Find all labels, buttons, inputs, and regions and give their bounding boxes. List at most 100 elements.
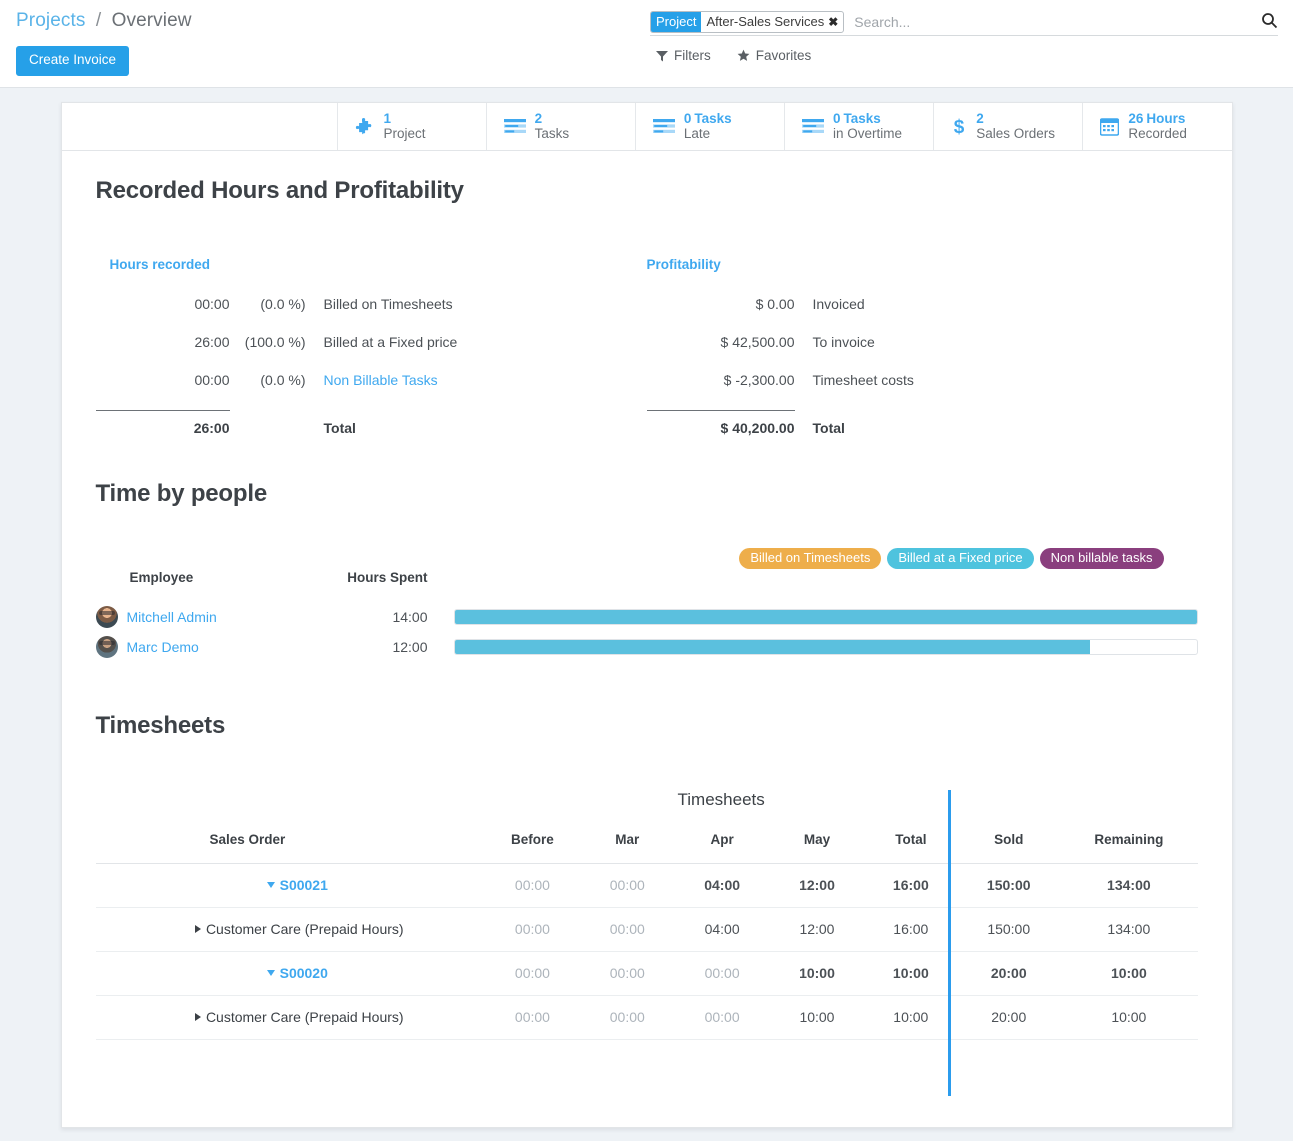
hours-percent: (100.0 %) [244, 334, 306, 350]
filters-dropdown[interactable]: Filters [656, 48, 711, 63]
profit-total-label: Total [812, 420, 845, 436]
column-header-apr[interactable]: Apr [674, 832, 770, 864]
column-header-mar[interactable]: Mar [579, 832, 675, 864]
stat-sublabel: Project [383, 125, 426, 141]
stat-button-tasks-overtime[interactable]: 0 Tasks in Overtime [785, 103, 935, 150]
legend-pill-non-billable[interactable]: Non billable tasks [1039, 548, 1164, 570]
profitability-heading[interactable]: Profitability [647, 257, 1198, 272]
hours-value: 00:00 [194, 372, 230, 388]
timesheets-table: Timesheets Sales Order Before Mar Apr Ma… [95, 790, 1198, 1040]
hours-recorded-table: 00:00 (0.0 %) Billed on Timesheets 26:00… [95, 296, 458, 436]
page-title-time-by-people: Time by people [95, 480, 268, 507]
hours-recorded-heading[interactable]: Hours recorded [96, 257, 647, 272]
hours-total-label: Total [323, 420, 356, 436]
legend-pill-fixed-price[interactable]: Billed at a Fixed price [887, 548, 1034, 570]
stat-sublabel: Late [683, 125, 711, 141]
stat-button-sales-orders[interactable]: $ 2 Sales Orders [934, 103, 1084, 150]
stat-button-tasks-late[interactable]: 0 Tasks Late [635, 103, 786, 150]
breadcrumb-projects-link[interactable]: Projects [16, 10, 85, 31]
table-header-row: Sales Order Before Mar Apr May Total Sol… [95, 832, 1198, 864]
table-row-total: $ 40,200.00 Total [646, 410, 914, 436]
caret-down-icon[interactable] [266, 882, 275, 888]
svg-text:$: $ [954, 117, 965, 137]
table-row[interactable]: Customer Care (Prepaid Hours) 00:00 00:0… [95, 907, 1198, 952]
breadcrumb: Projects / Overview [16, 10, 192, 32]
sales-order-link[interactable]: S00021 [280, 877, 328, 893]
column-header-sold[interactable]: Sold [957, 832, 1061, 864]
table-row: $ 42,500.00 To invoice [647, 334, 914, 372]
table-row: Marc Demo 12:00 [95, 632, 1198, 662]
cell-mar: 00:00 [579, 951, 675, 996]
search-facet-value: After-Sales Services [706, 13, 825, 29]
progress-fill [454, 610, 1197, 624]
stat-value: 2 [976, 111, 984, 127]
cell-sold: 150:00 [957, 907, 1061, 952]
close-icon[interactable]: ✖ [827, 12, 843, 32]
hours-label: Billed at a Fixed price [323, 334, 458, 350]
cell-before: 00:00 [485, 863, 580, 908]
favorites-dropdown[interactable]: Favorites [737, 48, 812, 63]
sales-order-link[interactable]: S00020 [280, 965, 328, 981]
caret-right-icon[interactable] [194, 1013, 201, 1021]
control-panel: Projects / Overview Create Invoice Proje… [0, 0, 1293, 88]
create-invoice-button[interactable]: Create Invoice [16, 46, 130, 76]
cell-apr: 04:00 [674, 907, 770, 952]
search-input[interactable] [852, 13, 1258, 30]
column-header-remaining[interactable]: Remaining [1060, 832, 1198, 864]
list-icon [802, 118, 825, 136]
profit-value: $ -2,300.00 [723, 372, 795, 388]
table-row: $ -2,300.00 Timesheet costs [647, 372, 914, 411]
column-header-may[interactable]: May [769, 832, 865, 864]
filters-label: Filters [674, 48, 711, 63]
cell-before: 00:00 [485, 995, 580, 1040]
column-header-total[interactable]: Total [864, 832, 958, 864]
list-icon [503, 118, 526, 136]
hours-value: 00:00 [194, 296, 230, 312]
search-facet-project[interactable]: Project After-Sales Services ✖ [650, 10, 845, 33]
legend-pill-billed-timesheets[interactable]: Billed on Timesheets [739, 548, 882, 570]
table-row[interactable]: S00020 00:00 00:00 00:00 10:00 10:00 20:… [95, 951, 1198, 996]
profit-value: $ 0.00 [755, 296, 795, 312]
non-billable-tasks-link[interactable]: Non Billable Tasks [306, 372, 458, 411]
cell-sold: 20:00 [957, 951, 1061, 996]
employee-link[interactable]: Marc Demo [127, 639, 199, 655]
table-row[interactable]: Customer Care (Prepaid Hours) 00:00 00:0… [95, 995, 1198, 1040]
profit-label: Timesheet costs [812, 372, 914, 388]
breadcrumb-separator: / [95, 10, 102, 31]
timesheets-section: Timesheets Timesheets Sales Order Before… [95, 712, 1198, 1096]
cell-apr: 04:00 [674, 863, 770, 908]
hours-percent: (0.0 %) [260, 296, 306, 312]
calendar-icon [1100, 117, 1120, 136]
stat-value: 0 Tasks [683, 111, 732, 127]
cell-total: 10:00 [864, 951, 958, 996]
stat-value: 0 Tasks [833, 111, 881, 127]
stat-value: 26 Hours [1128, 111, 1186, 127]
puzzle-icon [355, 117, 375, 136]
column-header-before[interactable]: Before [485, 832, 580, 864]
employee-link[interactable]: Mitchell Admin [127, 609, 217, 625]
stat-button-project[interactable]: 1 Project [337, 103, 487, 150]
cell-mar: 00:00 [579, 995, 675, 1040]
search-view: Project After-Sales Services ✖ [650, 8, 1278, 36]
column-header-hours-spent: Hours Spent [347, 570, 428, 585]
cell-may: 10:00 [769, 951, 865, 996]
cell-total: 16:00 [864, 863, 958, 908]
stat-sublabel: Recorded [1128, 125, 1187, 141]
employee-hours: 14:00 [392, 609, 428, 625]
table-row[interactable]: S00021 00:00 00:00 04:00 12:00 16:00 150… [95, 863, 1198, 908]
stat-button-hours-recorded[interactable]: 26 Hours Recorded [1083, 103, 1232, 150]
stat-bar-spacer [62, 103, 338, 150]
caret-right-icon[interactable] [194, 925, 201, 933]
hours-profitability-block: Hours recorded 00:00 (0.0 %) Billed on T… [95, 257, 1198, 436]
cell-before: 00:00 [485, 951, 580, 996]
search-icon[interactable] [1258, 12, 1278, 32]
time-by-people-table: Employee Hours Spent Mitchell Admin 14:0… [95, 570, 1198, 662]
profit-total-value: $ 40,200.00 [646, 410, 795, 436]
column-header-sales-order[interactable]: Sales Order [95, 832, 486, 864]
hours-percent: (0.0 %) [260, 372, 306, 388]
hours-label: Billed on Timesheets [323, 296, 453, 312]
caret-down-icon[interactable] [266, 970, 275, 976]
stat-button-tasks[interactable]: 2 Tasks [486, 103, 636, 150]
search-facet-label: Project [651, 11, 702, 32]
favorites-label: Favorites [755, 48, 812, 63]
